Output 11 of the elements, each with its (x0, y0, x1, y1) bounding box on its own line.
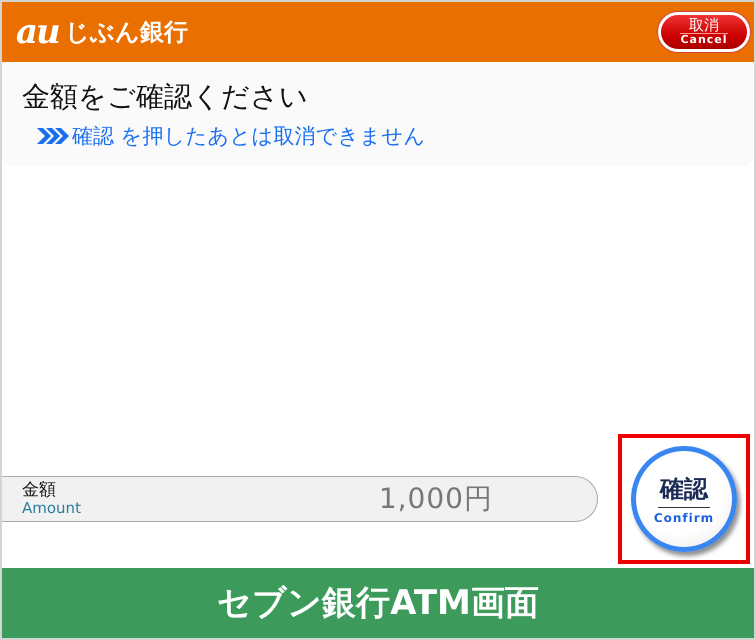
instruction-title: 金額をご確認ください (22, 79, 309, 115)
chevron-icon (36, 127, 70, 145)
amount-sublabel: Amount (22, 500, 81, 517)
amount-label: 金額 (22, 481, 57, 500)
amount-value: 1,000円 (378, 481, 493, 517)
instruction-hint: 確認 を押したあとは取消できません (72, 123, 426, 150)
logo-mark: au (16, 15, 59, 49)
footer-caption: セブン銀行ATM画面 (217, 582, 539, 625)
cancel-button[interactable]: 取消 Cancel (658, 12, 750, 52)
logo-text: じぶん銀行 (64, 17, 188, 48)
confirm-button[interactable]: 確認 Confirm (631, 446, 737, 552)
